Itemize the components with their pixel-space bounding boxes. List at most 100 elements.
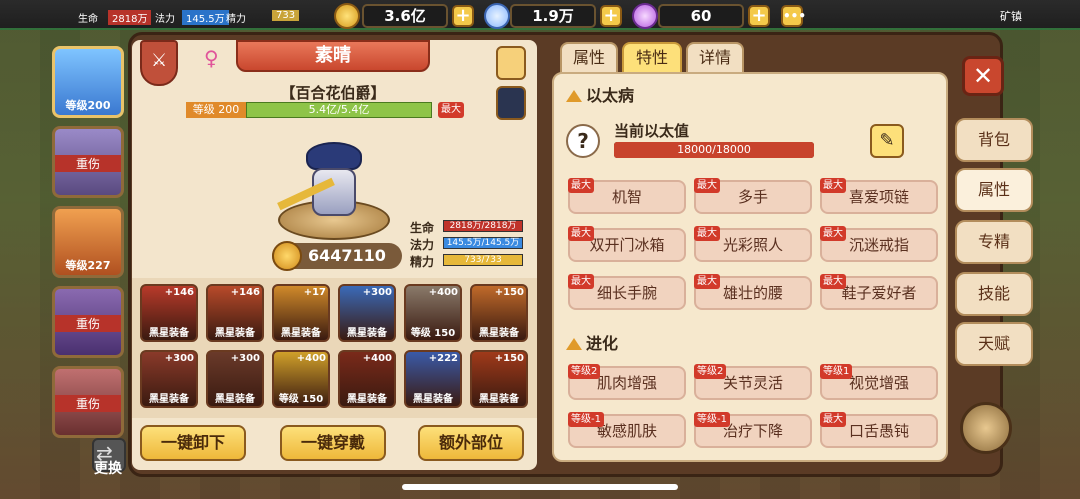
tab-attributes[interactable]: 属性 [560, 42, 618, 74]
enhance-level: +150 [494, 287, 524, 298]
trait-item[interactable]: 最大 鞋子爱好者 [820, 274, 938, 310]
trait-label: 沉迷戒指 [848, 236, 909, 254]
hero-name: 素晴 [236, 40, 430, 72]
hero-portrait-4[interactable]: 重伤 [52, 286, 124, 358]
evolution-item[interactable]: 等级1 视觉增强 [820, 364, 938, 400]
equipment-label: 黑星装备 [479, 328, 519, 339]
tab-traits[interactable]: 特性 [622, 42, 682, 74]
equipment-slot[interactable]: +150 黑星装备 [470, 284, 528, 342]
equipment-slot[interactable]: +146 黑星装备 [140, 284, 198, 342]
hero-portrait-3[interactable]: 等级227 [52, 206, 124, 278]
trait-label: 视觉增强 [848, 374, 909, 392]
trait-badge: 最大 [820, 226, 846, 241]
warning-triangle-icon [566, 90, 582, 102]
evolution-item[interactable]: 等级2 关节灵活 [694, 364, 812, 400]
unequip-all-button[interactable]: 一键卸下 [140, 425, 246, 461]
character-hat [306, 142, 362, 170]
stat-mp-label: 法力 [410, 238, 435, 252]
injury-badge: 重伤 [55, 395, 121, 412]
equipment-label: 黑星装备 [347, 394, 387, 405]
trait-badge: 最大 [568, 274, 594, 289]
trait-item[interactable]: 最大 沉迷戒指 [820, 226, 938, 262]
side-tab-attributes[interactable]: 属性 [955, 168, 1033, 212]
side-tab-backpack[interactable]: 背包 [955, 118, 1033, 162]
trait-label: 雄壮的腰 [722, 284, 783, 302]
trait-item[interactable]: 最大 机智 [568, 178, 686, 214]
trait-item[interactable]: 最大 双开门冰箱 [568, 226, 686, 262]
gem-amount: 1.9万 [510, 4, 596, 28]
scroll-icon[interactable] [496, 46, 526, 80]
trait-item[interactable]: 最大 多手 [694, 178, 812, 214]
side-tab-talent[interactable]: 天赋 [955, 322, 1033, 366]
hero-portrait-2[interactable]: 重伤 [52, 126, 124, 198]
help-icon[interactable]: ? [566, 124, 600, 158]
more-menu-button[interactable]: ••• [781, 5, 806, 27]
class-emblem-icon: ⚔ [140, 40, 178, 86]
stat-spirit-label: 精力 [410, 255, 435, 269]
sword-icon: ⚔ [151, 50, 168, 71]
trait-item[interactable]: 最大 细长手腕 [568, 274, 686, 310]
mine-label: 矿镇 [1000, 10, 1022, 23]
equipment-slot[interactable]: +17 黑星装备 [272, 284, 330, 342]
trait-item[interactable]: 最大 雄壮的腰 [694, 274, 812, 310]
ether-section-title: 以太病 [566, 82, 634, 106]
ether-bar-track: 18000/18000 [614, 142, 814, 158]
close-button[interactable]: ✕ [962, 56, 1004, 96]
equipment-label: 黑星装备 [347, 328, 387, 339]
equip-all-button[interactable]: 一键穿戴 [280, 425, 386, 461]
hero-portrait-suqing[interactable]: 等级200 [52, 46, 124, 118]
equipment-slot[interactable]: +300 黑星装备 [140, 350, 198, 408]
equipment-slot[interactable]: +400 等级 150 [404, 284, 462, 342]
hp-value: 2818万 [108, 10, 152, 25]
evolution-section-label: 进化 [586, 334, 619, 353]
equipment-slot[interactable]: +400 等级 150 [272, 350, 330, 408]
side-tab-mastery[interactable]: 专精 [955, 220, 1033, 264]
evolution-section-title: 进化 [566, 330, 618, 354]
evolution-item[interactable]: 最大 口舌愚钝 [820, 412, 938, 448]
swap-label: 更换 [94, 461, 122, 477]
mp-label: 法力 [155, 14, 175, 25]
extra-slots-button[interactable]: 额外部位 [418, 425, 524, 461]
trait-label: 细长手腕 [596, 284, 657, 302]
lock-knob-icon[interactable] [960, 402, 1012, 454]
trait-item[interactable]: 最大 喜爱项链 [820, 178, 938, 214]
equipment-slot[interactable]: +300 黑星装备 [338, 284, 396, 342]
edit-pencil-icon[interactable]: ✎ [870, 124, 904, 158]
equipment-slot[interactable]: +400 黑星装备 [338, 350, 396, 408]
evolution-item[interactable]: 等级2 肌肉增强 [568, 364, 686, 400]
gold-amount: 3.6亿 [362, 4, 448, 28]
hero-portrait-5[interactable]: 重伤 [52, 366, 124, 438]
add-gem-button[interactable]: + [600, 5, 622, 27]
equipment-label: 黑星装备 [281, 328, 321, 339]
trait-label: 双开门冰箱 [589, 236, 665, 254]
trait-badge: 最大 [820, 178, 846, 193]
equipment-label: 黑星装备 [149, 328, 189, 339]
enhance-level: +300 [230, 353, 260, 364]
fist-icon [272, 241, 302, 271]
armor-icon[interactable] [496, 86, 526, 120]
hero-level-label: 等级227 [65, 259, 111, 272]
exp-bar: 5.4亿/5.4亿 [246, 102, 432, 118]
trait-label: 多手 [737, 188, 768, 206]
equipment-label: 黑星装备 [149, 394, 189, 405]
evolution-item[interactable]: 等级-1 敏感肌肤 [568, 412, 686, 448]
trait-item[interactable]: 最大 光彩照人 [694, 226, 812, 262]
level-label: 等级 200 [186, 102, 246, 118]
trait-label: 鞋子爱好者 [841, 284, 917, 302]
equipment-slot[interactable]: +300 黑星装备 [206, 350, 264, 408]
tab-details[interactable]: 详情 [686, 42, 744, 74]
add-gold-button[interactable]: + [452, 5, 474, 27]
stat-spirit-bar: 733/733 [443, 254, 523, 266]
trait-badge: 等级1 [820, 364, 853, 379]
evolution-item[interactable]: 等级-1 治疗下降 [694, 412, 812, 448]
trait-badge: 等级-1 [568, 412, 604, 427]
trait-label: 喜爱项链 [848, 188, 909, 206]
equipment-slot[interactable]: +146 黑星装备 [206, 284, 264, 342]
equipment-slot[interactable]: +150 黑星装备 [470, 350, 528, 408]
trait-badge: 最大 [820, 274, 846, 289]
equipment-slot[interactable]: +222 黑星装备 [404, 350, 462, 408]
enhance-level: +400 [296, 353, 326, 364]
hero-level-label: 等级200 [65, 99, 111, 112]
side-tab-skills[interactable]: 技能 [955, 272, 1033, 316]
add-crystal-button[interactable]: + [748, 5, 770, 27]
